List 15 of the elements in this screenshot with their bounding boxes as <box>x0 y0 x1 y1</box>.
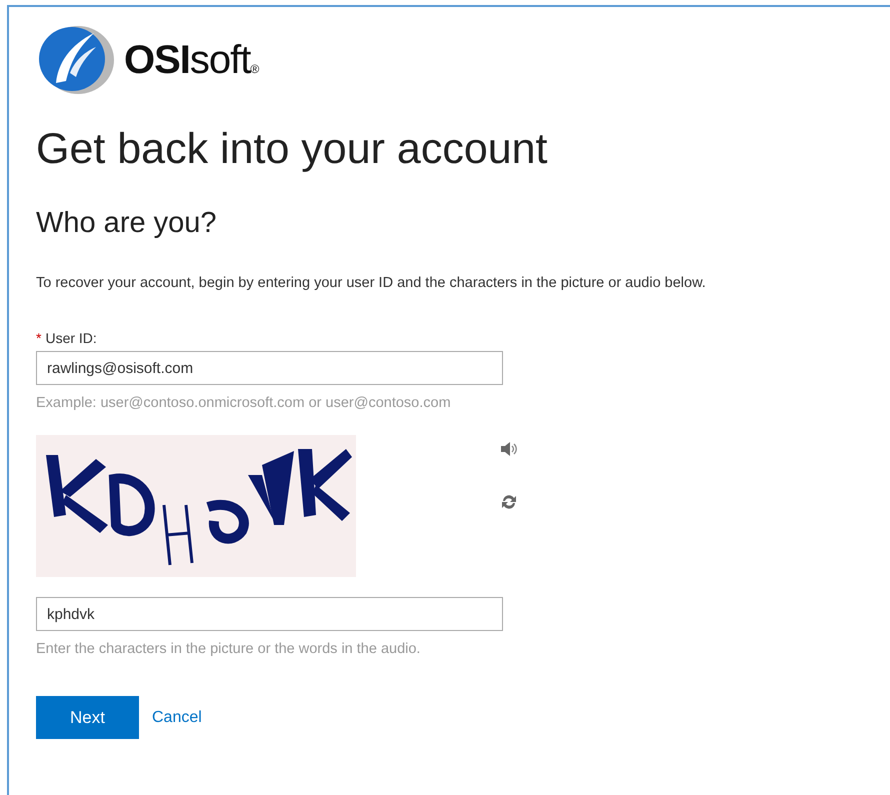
example-text: Example: user@contoso.onmicrosoft.com or user@contoso.com <box>36 394 452 413</box>
page-title: Get back into your account <box>36 124 549 175</box>
captcha-field[interactable]: kphdvk <box>36 597 503 631</box>
logo-icon <box>36 23 116 97</box>
speaker-icon[interactable] <box>500 441 518 457</box>
next-button[interactable]: Next <box>36 696 139 739</box>
user-id-field[interactable]: rawlings@osisoft.com <box>36 351 503 385</box>
refresh-icon[interactable] <box>500 493 518 511</box>
cancel-link[interactable]: Cancel <box>152 706 202 730</box>
logo-text: OSIsoft® <box>124 37 258 84</box>
required-mark: * <box>36 329 42 347</box>
instructions-text: To recover your account, begin by entering your user ID and the characters in the picture or audio below. <box>36 274 707 293</box>
section-title: Who are you? <box>36 206 218 241</box>
field-label: User ID: <box>45 329 97 347</box>
captcha-hint: Enter the characters in the picture or the words in the audio. <box>36 640 422 659</box>
